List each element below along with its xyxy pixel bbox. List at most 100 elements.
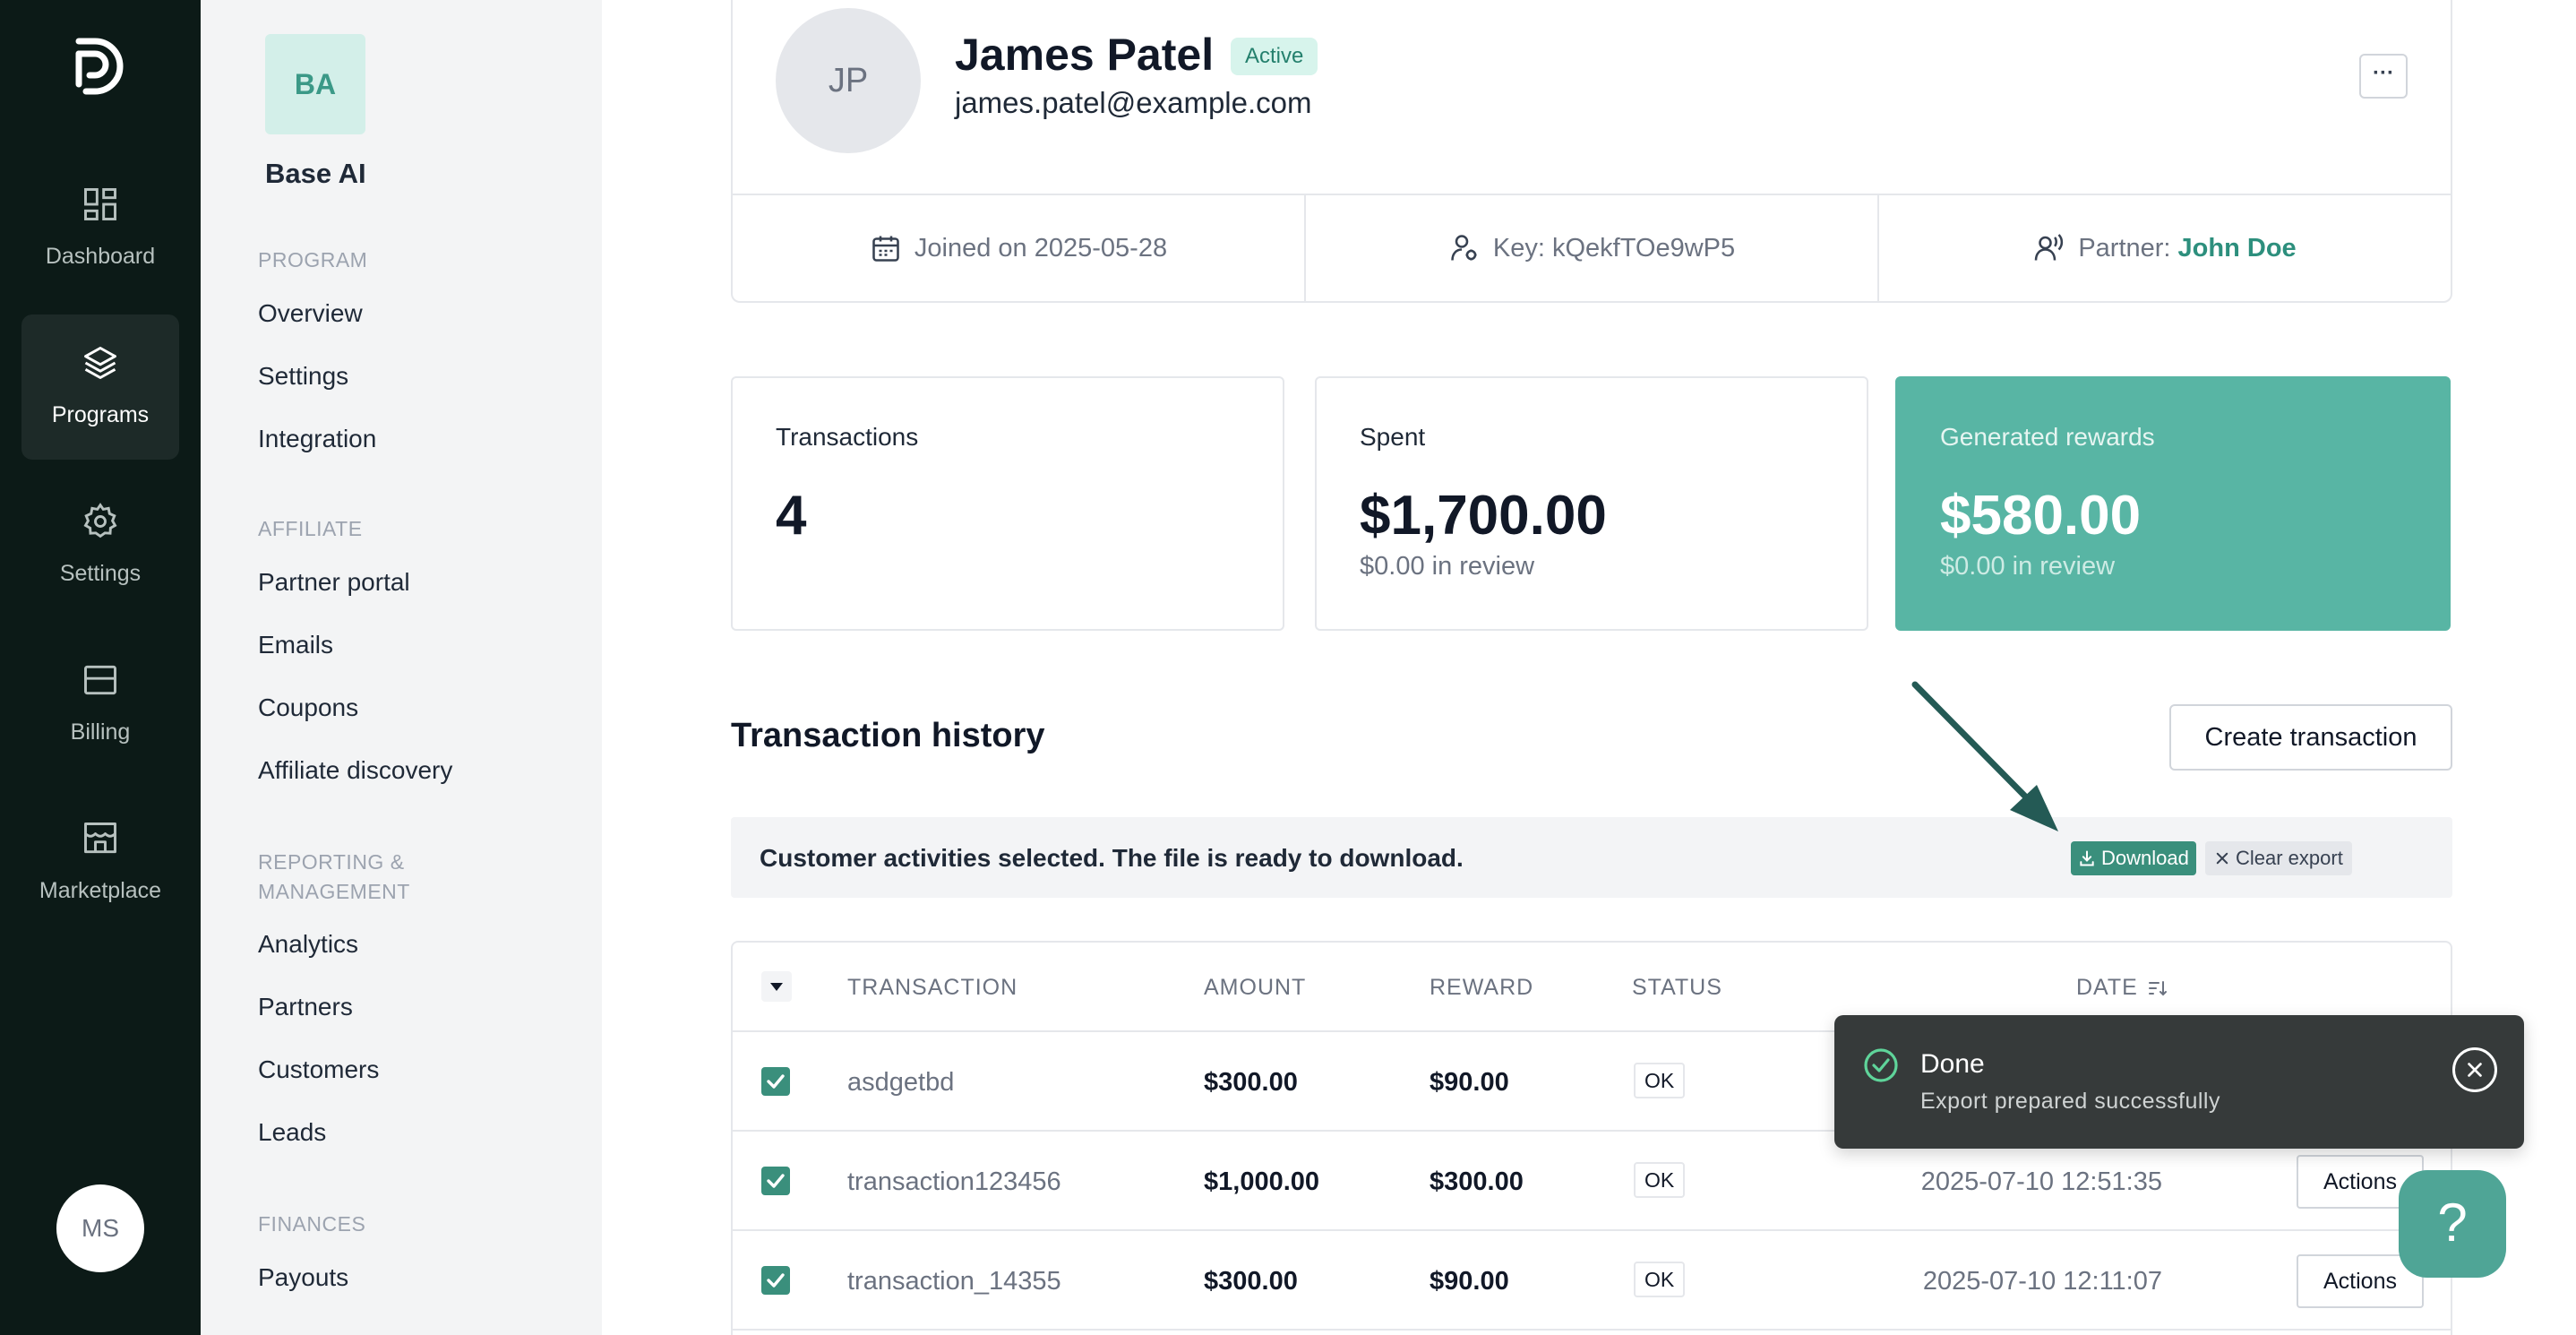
column-date-label: DATE <box>2076 975 2138 1000</box>
billing-icon <box>84 665 116 695</box>
partner-voice-icon <box>2035 234 2064 261</box>
download-label: Download <box>2101 847 2189 869</box>
status-badge: OK <box>1634 1162 1686 1198</box>
nav-link-partner-portal[interactable]: Partner portal <box>258 568 410 597</box>
rail-label: Billing <box>70 719 131 745</box>
transaction-amount: $1,000.00 <box>1204 1167 1320 1196</box>
stat-transactions: Transactions 4 <box>731 376 1284 631</box>
nav-link-integration[interactable]: Integration <box>258 425 376 453</box>
rail-item-programs[interactable]: Programs <box>21 314 179 460</box>
nav-link-leads[interactable]: Leads <box>258 1118 326 1147</box>
org-name: Base AI <box>265 158 366 189</box>
toast-message: Export prepared successfully <box>1920 1089 2220 1114</box>
stat-spent: Spent $1,700.00 $0.00 in review <box>1315 376 1868 631</box>
select-all-dropdown[interactable] <box>761 971 792 1002</box>
column-amount[interactable]: AMOUNT <box>1204 975 1306 1001</box>
nav-link-customers[interactable]: Customers <box>258 1055 379 1084</box>
table-row[interactable]: transaction_14355 $300.00 $90.00 OK 2025… <box>733 1231 2451 1331</box>
partner-info: Partner: John Doe <box>1879 195 2451 301</box>
user-key-icon <box>1451 235 1477 261</box>
partner-label: Partner: <box>2078 233 2178 263</box>
nav-link-emails[interactable]: Emails <box>258 631 333 659</box>
stat-generated-rewards: Generated rewards $580.00 $0.00 in revie… <box>1895 376 2451 631</box>
nav-section-affiliate: AFFILIATE <box>258 517 363 540</box>
help-button[interactable]: ? <box>2399 1170 2506 1278</box>
nav-section-program: PROGRAM <box>258 248 368 271</box>
nav-link-partners[interactable]: Partners <box>258 993 353 1021</box>
customer-name: James Patel <box>955 30 1215 80</box>
nav-section-reporting: REPORTING & MANAGEMENT <box>258 850 410 903</box>
stat-value: 4 <box>776 485 807 547</box>
rail-label: Settings <box>59 561 142 586</box>
rail-item-dashboard[interactable]: Dashboard <box>21 156 179 301</box>
create-transaction-button[interactable]: Create transaction <box>2169 704 2452 771</box>
stat-subtext: $0.00 in review <box>1940 552 2116 581</box>
nav-link-analytics[interactable]: Analytics <box>258 930 358 959</box>
org-avatar[interactable]: BA <box>265 34 365 134</box>
calendar-icon <box>872 236 899 262</box>
transaction-date: 2025-07-10 12:11:07 <box>1922 1267 2162 1296</box>
column-reward[interactable]: REWARD <box>1430 975 1533 1001</box>
toast-title: Done <box>1920 1049 1985 1079</box>
rail-item-billing[interactable]: Billing <box>21 632 179 777</box>
dashboard-icon <box>84 188 116 220</box>
nav-link-overview[interactable]: Overview <box>258 299 363 328</box>
status-badge: OK <box>1634 1262 1686 1297</box>
joined-date: Joined on 2025-05-28 <box>733 195 1306 301</box>
transaction-id[interactable]: transaction123456 <box>847 1167 1061 1197</box>
stat-label: Transactions <box>776 423 919 451</box>
stat-label: Spent <box>1360 423 1426 451</box>
app-rail: Dashboard Programs Settings Billing Mark… <box>0 0 201 1335</box>
partner-link[interactable]: John Doe <box>2178 234 2297 263</box>
column-date[interactable]: DATE <box>2076 975 2168 1001</box>
download-button[interactable]: Download <box>2071 841 2196 875</box>
rail-item-settings[interactable]: Settings <box>21 473 179 618</box>
column-status[interactable]: STATUS <box>1632 975 1722 1001</box>
export-message: Customer activities selected. The file i… <box>760 844 1464 872</box>
toast-close-button[interactable] <box>2452 1047 2497 1092</box>
customer-profile-card: JP James Patel Active james.patel@exampl… <box>731 0 2452 303</box>
gear-icon <box>83 503 117 538</box>
status-badge: OK <box>1634 1063 1686 1098</box>
transaction-amount: $300.00 <box>1204 1267 1298 1296</box>
row-checkbox[interactable] <box>761 1266 790 1295</box>
status-badge: Active <box>1231 38 1318 75</box>
transaction-date: 2025-07-10 12:51:35 <box>1920 1167 2162 1196</box>
rail-item-marketplace[interactable]: Marketplace <box>21 790 179 935</box>
check-icon <box>767 1273 785 1288</box>
transaction-id[interactable]: asdgetbd <box>847 1068 954 1098</box>
row-checkbox[interactable] <box>761 1067 790 1096</box>
clear-export-label: Clear export <box>2236 847 2343 869</box>
column-transaction[interactable]: TRANSACTION <box>847 975 1018 1001</box>
nav-link-affiliate-discovery[interactable]: Affiliate discovery <box>258 756 452 785</box>
row-checkbox[interactable] <box>761 1167 790 1195</box>
transaction-reward: $90.00 <box>1430 1267 1509 1296</box>
stat-value: $580.00 <box>1940 485 2142 547</box>
clear-export-button[interactable]: Clear export <box>2205 841 2352 875</box>
stat-value: $1,700.00 <box>1360 485 1607 547</box>
nav-link-payouts[interactable]: Payouts <box>258 1263 348 1292</box>
transaction-amount: $300.00 <box>1204 1068 1298 1097</box>
sort-icon <box>2148 980 2167 995</box>
customer-info-row: Joined on 2025-05-28 Key: kQekfTOe9wP5 P… <box>733 194 2451 301</box>
check-circle-icon <box>1864 1048 1898 1082</box>
main-content: JP James Patel Active james.patel@exampl… <box>602 0 2576 1335</box>
nav-section-finances: FINANCES <box>258 1212 366 1236</box>
user-avatar[interactable]: MS <box>56 1184 144 1272</box>
store-icon <box>84 823 116 854</box>
rail-label: Programs <box>51 402 150 427</box>
nav-link-settings[interactable]: Settings <box>258 362 348 391</box>
export-banner: Customer activities selected. The file i… <box>731 817 2452 898</box>
nav-link-coupons[interactable]: Coupons <box>258 693 358 722</box>
more-options-button[interactable]: ··· <box>2359 54 2408 99</box>
arrow-annotation-icon <box>1911 681 2058 831</box>
customer-avatar: JP <box>776 8 921 153</box>
transaction-reward: $300.00 <box>1430 1167 1524 1196</box>
layers-icon <box>84 347 116 379</box>
rail-label: Dashboard <box>45 244 156 269</box>
transaction-id[interactable]: transaction_14355 <box>847 1267 1061 1296</box>
download-icon <box>2080 850 2094 866</box>
app-logo-icon[interactable] <box>73 32 127 100</box>
stat-subtext: $0.00 in review <box>1360 552 1535 581</box>
check-icon <box>767 1074 785 1089</box>
